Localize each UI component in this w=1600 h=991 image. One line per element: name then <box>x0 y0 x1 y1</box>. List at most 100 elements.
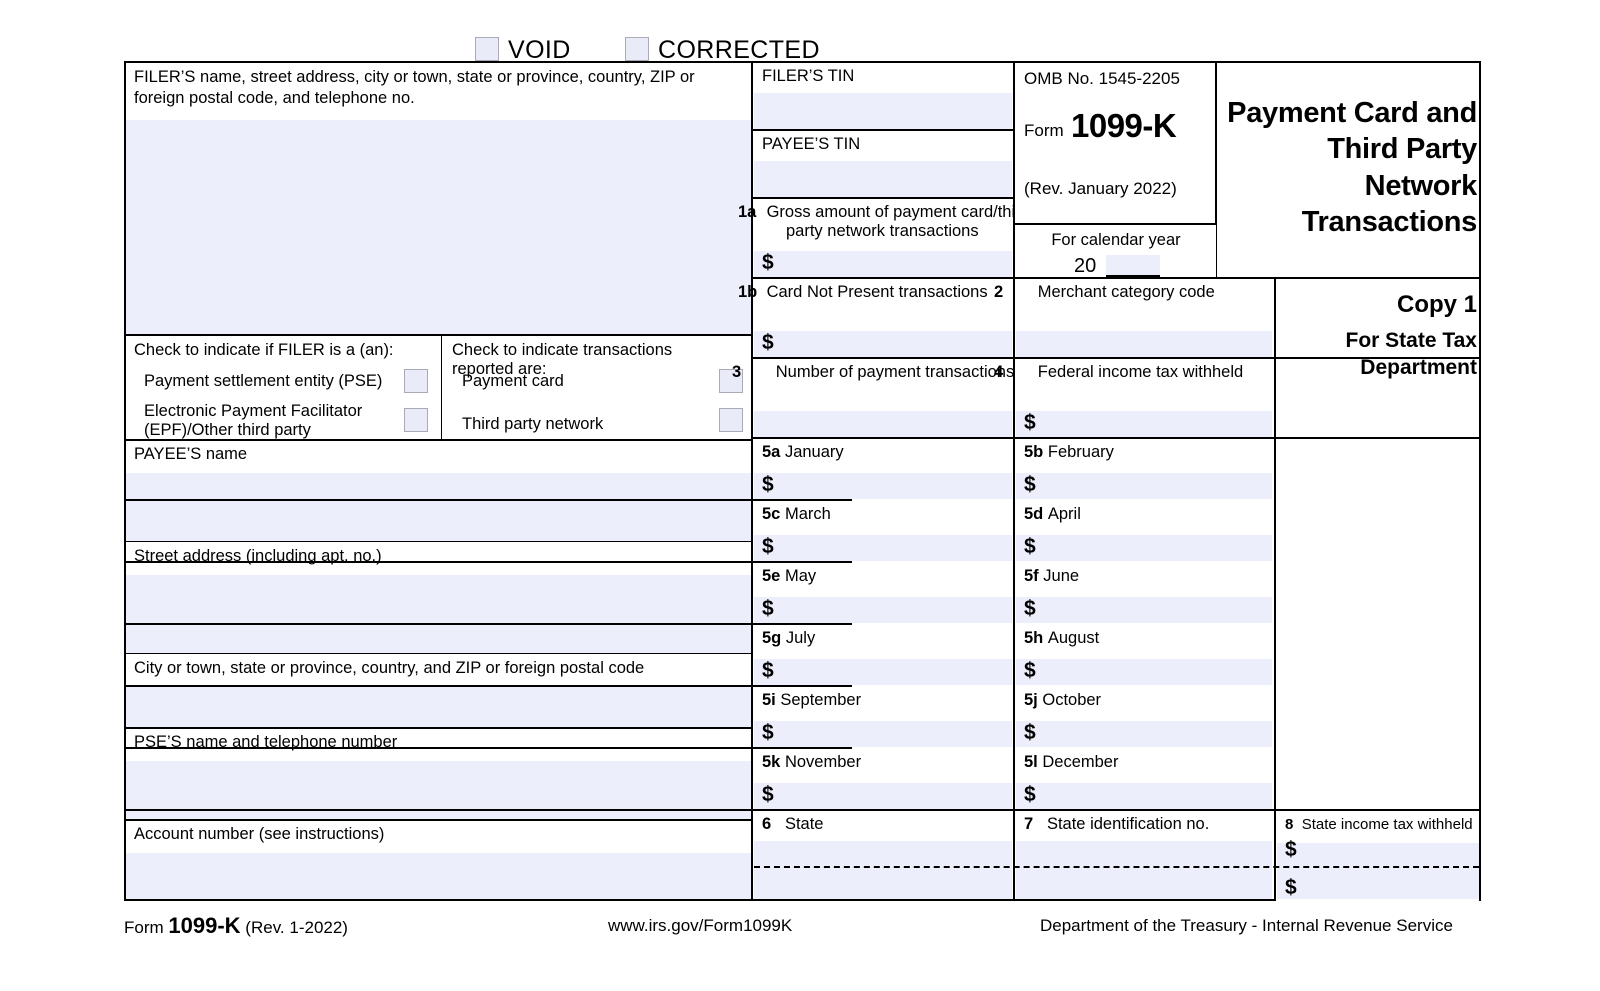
box-5d-cell[interactable]: 5d April $ <box>1016 501 1272 561</box>
box-5j-cell[interactable]: 5j October $ <box>1016 687 1272 747</box>
box-5l-dollar-sign: $ <box>1024 783 1036 806</box>
box-5h-input[interactable] <box>1016 659 1272 685</box>
payee-street-cell[interactable]: Street address (including apt. no.) <box>126 543 751 653</box>
omb-panel: OMB No. 1545-2205 Form 1099-K (Rev. Janu… <box>1016 63 1216 223</box>
box-5k-label: November <box>784 753 862 771</box>
box-5e-cell[interactable]: 5e May $ <box>754 563 1012 623</box>
box-2-cell[interactable]: 2 Merchant category code <box>994 279 1272 357</box>
calendar-year-input[interactable] <box>1106 255 1160 277</box>
box-5a-number: 5a <box>762 443 781 461</box>
corrected-label: CORRECTED <box>658 36 820 64</box>
box-5c-caption: 5c March <box>762 505 831 524</box>
box-1b-cell[interactable]: 1b Card Not Present transactions $ <box>738 279 1012 357</box>
box-5b-cell[interactable]: 5b February $ <box>1016 439 1272 499</box>
box-5c-cell[interactable]: 5c March $ <box>754 501 1012 561</box>
box-5a-input[interactable] <box>754 473 1012 499</box>
box-4-input[interactable] <box>1016 411 1272 437</box>
box-1a-input[interactable] <box>754 251 1012 277</box>
pse-input[interactable] <box>126 761 751 819</box>
box-5e-number: 5e <box>762 567 781 585</box>
copy-line-1: Copy 1 <box>1396 291 1477 318</box>
payee-tin-input[interactable] <box>754 161 1012 197</box>
copy-line-2: For State Tax <box>1345 329 1477 352</box>
box-5h-cell[interactable]: 5h August $ <box>1016 625 1272 685</box>
box-5b-input[interactable] <box>1016 473 1272 499</box>
rule-vert-omb-left <box>1013 61 1015 279</box>
payee-city-cell[interactable]: City or town, state or province, country… <box>126 655 751 727</box>
calendar-year-panel[interactable]: For calendar year 20 <box>1016 225 1216 277</box>
box-1b-dollar-sign: $ <box>762 331 774 354</box>
filer-address-cell[interactable]: FILER’S name, street address, city or to… <box>126 63 751 335</box>
box-5i-dollar-sign: $ <box>762 721 774 744</box>
box-5c-input[interactable] <box>754 535 1012 561</box>
footer-url[interactable]: www.irs.gov/Form1099K <box>608 916 792 936</box>
box-5i-input[interactable] <box>754 721 1012 747</box>
box-8-dollar-sign-1: $ <box>1285 838 1297 861</box>
box-5i-caption: 5i September <box>762 691 861 710</box>
box-5l-label: December <box>1042 753 1119 771</box>
box-8-cell[interactable]: 8 State income tax withheld $ $ <box>1277 811 1479 899</box>
box-5a-label: January <box>784 443 844 461</box>
payee-name-cell[interactable]: PAYEE’S name <box>126 441 751 541</box>
box-5i-cell[interactable]: 5i September $ <box>754 687 1012 747</box>
box-5b-dollar-sign: $ <box>1024 473 1036 496</box>
box-1a-label: Gross amount of payment card/third party… <box>766 203 1030 241</box>
copy-designation: Copy 1 <box>1279 289 1477 320</box>
box-5g-cell[interactable]: 5g July $ <box>754 625 1012 685</box>
filer-type-epf-checkbox[interactable] <box>404 408 428 432</box>
box-5f-label: June <box>1043 567 1080 585</box>
box-5k-cell[interactable]: 5k November $ <box>754 749 1012 809</box>
box-7-input[interactable] <box>1016 841 1272 899</box>
box-5d-input[interactable] <box>1016 535 1272 561</box>
box-3-input[interactable] <box>754 411 1012 437</box>
void-checkbox[interactable] <box>475 37 499 61</box>
corrected-checkbox[interactable] <box>625 37 649 61</box>
payee-city-caption: City or town, state or province, country… <box>134 659 645 677</box>
box-1b-input[interactable] <box>754 331 1012 357</box>
box-5f-cell[interactable]: 5f June $ <box>1016 563 1272 623</box>
form-word: Form <box>1024 121 1064 140</box>
box-6-cell[interactable]: 6 State <box>754 811 1012 899</box>
box-1a-cell[interactable]: 1a Gross amount of payment card/third pa… <box>738 199 1030 277</box>
box-8-dollar-sign-2: $ <box>1285 876 1297 899</box>
box-5j-input[interactable] <box>1016 721 1272 747</box>
payee-tin-cell[interactable]: PAYEE’S TIN <box>754 131 1012 197</box>
filer-address-caption: FILER’S name, street address, city or to… <box>134 68 695 108</box>
box-5h-label: August <box>1047 629 1100 647</box>
transaction-type-network-checkbox[interactable] <box>719 408 743 432</box>
payee-street-input[interactable] <box>126 575 751 653</box>
payee-city-input[interactable] <box>126 687 751 727</box>
box-3-cell[interactable]: 3 Number of payment transactions <box>732 359 1014 437</box>
box-5k-input[interactable] <box>754 783 1012 809</box>
pse-cell[interactable]: PSE’S name and telephone number <box>126 729 751 819</box>
box-5a-cell[interactable]: 5a January $ <box>754 439 1012 499</box>
box-5d-number: 5d <box>1024 505 1044 523</box>
box-6-label: State <box>784 815 824 833</box>
box-5e-input[interactable] <box>754 597 1012 623</box>
box-5g-input[interactable] <box>754 659 1012 685</box>
box-5l-input[interactable] <box>1016 783 1272 809</box>
form-title-line-2: Third Party <box>1327 133 1477 166</box>
payee-name-input[interactable] <box>126 473 751 541</box>
box-5l-cell[interactable]: 5l December $ <box>1016 749 1272 809</box>
box-2-input[interactable] <box>1016 331 1272 357</box>
box-6-input[interactable] <box>754 841 1012 899</box>
box-5l-number: 5l <box>1024 753 1038 771</box>
box-5e-dollar-sign: $ <box>762 597 774 620</box>
filer-address-input[interactable] <box>126 120 751 335</box>
filer-tin-input[interactable] <box>754 93 1012 129</box>
box-5f-input[interactable] <box>1016 597 1272 623</box>
box-7-cell[interactable]: 7 State identification no. <box>1016 811 1272 899</box>
filer-type-pse-checkbox[interactable] <box>404 369 428 393</box>
box-5j-dollar-sign: $ <box>1024 721 1036 744</box>
account-number-input[interactable] <box>126 853 751 899</box>
account-number-cell[interactable]: Account number (see instructions) <box>126 821 751 899</box>
box-5k-caption: 5k November <box>762 753 861 772</box>
box-5a-caption: 5a January <box>762 443 844 462</box>
copy-line-3: Department <box>1360 356 1477 380</box>
filer-tin-cell[interactable]: FILER’S TIN <box>754 63 1012 129</box>
box-8-input[interactable] <box>1277 843 1479 899</box>
box-4-cell[interactable]: 4 Federal income tax withheld $ <box>994 359 1272 437</box>
box-5i-number: 5i <box>762 691 776 709</box>
box-5f-number: 5f <box>1024 567 1039 585</box>
